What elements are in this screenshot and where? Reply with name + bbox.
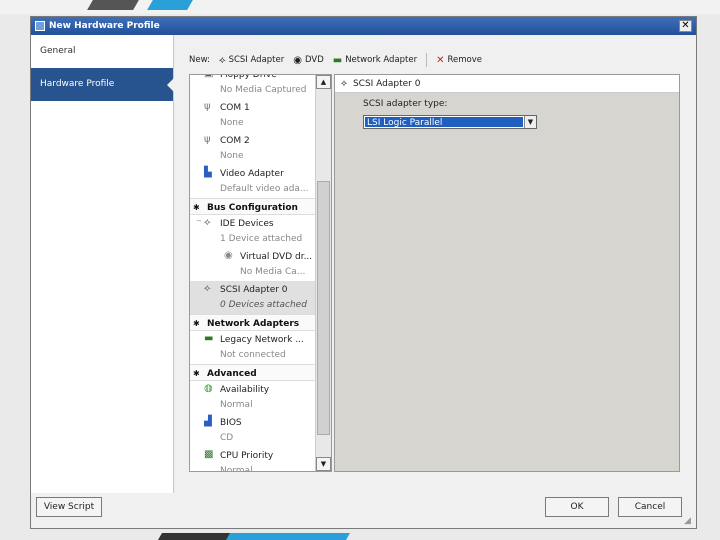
tree-item-status: None <box>220 118 244 128</box>
tree-item-cpu-priority[interactable]: ▩ CPU Priority Normal <box>190 447 317 472</box>
video-adapter-icon: ▙ <box>204 167 212 178</box>
toolbar-separator <box>426 53 428 67</box>
resize-grip-icon[interactable]: ◢ <box>684 516 694 526</box>
scroll-down-icon[interactable]: ▼ <box>316 457 331 471</box>
tree-item-status: Normal <box>220 466 253 472</box>
availability-icon: ◍ <box>204 383 213 394</box>
tree-item-name: COM 1 <box>220 103 250 113</box>
collapse-icon: ✱ <box>193 203 200 212</box>
tree-item-video[interactable]: ▙ Video Adapter Default video ada... <box>190 165 317 198</box>
toolbar: New: ⟡ SCSI Adapter ◉ DVD ▬ Network Adap… <box>189 51 482 69</box>
cpu-icon: ▩ <box>204 449 214 460</box>
category-label: Bus Configuration <box>207 203 298 213</box>
category-bus-configuration[interactable]: ✱ Bus Configuration <box>190 198 317 215</box>
tree-item-status: Normal <box>220 400 253 410</box>
nav-item-general[interactable]: General <box>31 35 173 68</box>
scsi-type-dropdown[interactable]: LSI Logic Parallel ▼ <box>363 115 537 129</box>
new-network-adapter-button[interactable]: ▬ Network Adapter <box>333 55 417 66</box>
new-scsi-adapter-label: SCSI Adapter <box>228 55 285 65</box>
decor-stripe <box>225 533 351 540</box>
tree-item-name: Floppy Drive <box>220 74 277 80</box>
tree-item-com2[interactable]: ψ COM 2 None <box>190 132 317 165</box>
tree-item-name: Availability <box>220 385 270 395</box>
tree-item-status: CD <box>220 433 234 443</box>
scrollbar-thumb[interactable] <box>317 181 330 435</box>
collapse-icon: ✱ <box>193 369 200 378</box>
tree-item-name: Legacy Network ... <box>220 335 304 345</box>
settings-panel: ⟡ SCSI Adapter 0 SCSI adapter type: LSI … <box>334 74 680 472</box>
category-label: Network Adapters <box>207 319 300 329</box>
tree-item-status: No Media Ca... <box>240 267 306 277</box>
category-network-adapters[interactable]: ✱ Network Adapters <box>190 314 317 331</box>
network-adapter-icon: ▬ <box>204 333 214 344</box>
panel-header: ⟡ SCSI Adapter 0 <box>335 75 679 93</box>
tree-item-floppy[interactable]: ▣ Floppy Drive No Media Captured <box>190 74 317 99</box>
tree-item-name: CPU Priority <box>220 451 274 461</box>
category-label: Advanced <box>207 369 257 379</box>
panel-title: SCSI Adapter 0 <box>352 78 421 89</box>
ok-button[interactable]: OK <box>545 497 609 517</box>
tree-item-status: Default video ada... <box>220 184 309 194</box>
scsi-type-value: LSI Logic Parallel <box>365 117 523 128</box>
tree-item-scsi-adapter[interactable]: ⟡ SCSI Adapter 0 0 Devices attached <box>190 281 317 314</box>
tree-item-name: Video Adapter <box>220 169 284 179</box>
tree-item-virtual-dvd[interactable]: ◉ Virtual DVD dr... No Media Ca... <box>190 248 317 281</box>
scsi-adapter-icon: ⟡ <box>341 78 347 89</box>
tree-item-status: None <box>220 151 244 161</box>
floppy-icon: ▣ <box>204 75 216 99</box>
tree-item-availability[interactable]: ◍ Availability Normal <box>190 381 317 414</box>
tree-item-bios[interactable]: ▟ BIOS CD <box>190 414 317 447</box>
new-network-adapter-label: Network Adapter <box>345 55 418 65</box>
tree-item-com1[interactable]: ψ COM 1 None <box>190 99 317 132</box>
nav-item-hardware-profile[interactable]: Hardware Profile <box>31 68 174 101</box>
scsi-adapter-icon: ⟡ <box>204 283 211 294</box>
collapse-icon: ✱ <box>193 319 200 328</box>
tree-item-status: No Media Captured <box>220 85 307 95</box>
tree-item-name: IDE Devices <box>220 219 274 229</box>
tree-item-ide-devices[interactable]: − ⟡ IDE Devices 1 Device attached <box>190 215 317 248</box>
nav-sidebar: General Hardware Profile <box>31 35 174 493</box>
new-dvd-label: DVD <box>304 55 324 65</box>
tree-scrollbar[interactable]: ▲ ▼ <box>315 75 331 471</box>
hardware-tree: ▣ Floppy Drive No Media Captured ψ COM 1 N… <box>189 74 332 472</box>
tree-item-name: COM 2 <box>220 136 250 146</box>
remove-label: Remove <box>447 55 483 65</box>
new-label: New: <box>189 55 210 65</box>
new-dvd-button[interactable]: ◉ DVD <box>293 55 324 66</box>
tree-item-name: SCSI Adapter 0 <box>220 285 288 295</box>
cancel-button[interactable]: Cancel <box>618 497 682 517</box>
com-port-icon: ψ <box>204 101 211 112</box>
window-title: New Hardware Profile <box>49 21 160 31</box>
scsi-type-label: SCSI adapter type: <box>363 99 448 109</box>
remove-icon: ✕ <box>436 54 445 66</box>
tree-item-name: BIOS <box>220 418 242 428</box>
tree-item-legacy-network[interactable]: ▬ Legacy Network ... Not connected <box>190 331 317 364</box>
com-port-icon: ψ <box>204 134 211 145</box>
title-bar: New Hardware Profile ✕ <box>31 17 696 35</box>
view-script-button[interactable]: View Script <box>36 497 102 517</box>
ide-controller-icon: ⟡ <box>204 217 211 228</box>
dvd-icon: ◉ <box>293 54 302 66</box>
decor-stripe <box>87 0 139 10</box>
close-button[interactable]: ✕ <box>679 20 692 32</box>
tree-item-status: 0 Devices attached <box>220 300 307 310</box>
tree-item-status: 1 Device attached <box>220 234 303 244</box>
remove-button[interactable]: ✕ Remove <box>436 55 482 66</box>
chevron-down-icon[interactable]: ▼ <box>524 116 536 128</box>
tree-item-name: Virtual DVD dr... <box>240 252 313 262</box>
dialog-window: New Hardware Profile ✕ General Hardware … <box>30 16 697 529</box>
decor-stripe <box>157 533 233 540</box>
scroll-up-icon[interactable]: ▲ <box>316 75 331 89</box>
category-advanced[interactable]: ✱ Advanced <box>190 364 317 381</box>
collapse-icon[interactable]: − <box>196 217 204 248</box>
decor-stripe <box>147 0 193 10</box>
tree-item-status: Not connected <box>220 350 286 360</box>
scsi-adapter-icon: ⟡ <box>218 54 226 66</box>
app-icon <box>35 21 45 31</box>
network-adapter-icon: ▬ <box>332 54 343 66</box>
dvd-icon: ◉ <box>224 250 233 261</box>
new-scsi-adapter-button[interactable]: ⟡ SCSI Adapter <box>219 55 284 66</box>
bios-icon: ▟ <box>204 416 212 427</box>
